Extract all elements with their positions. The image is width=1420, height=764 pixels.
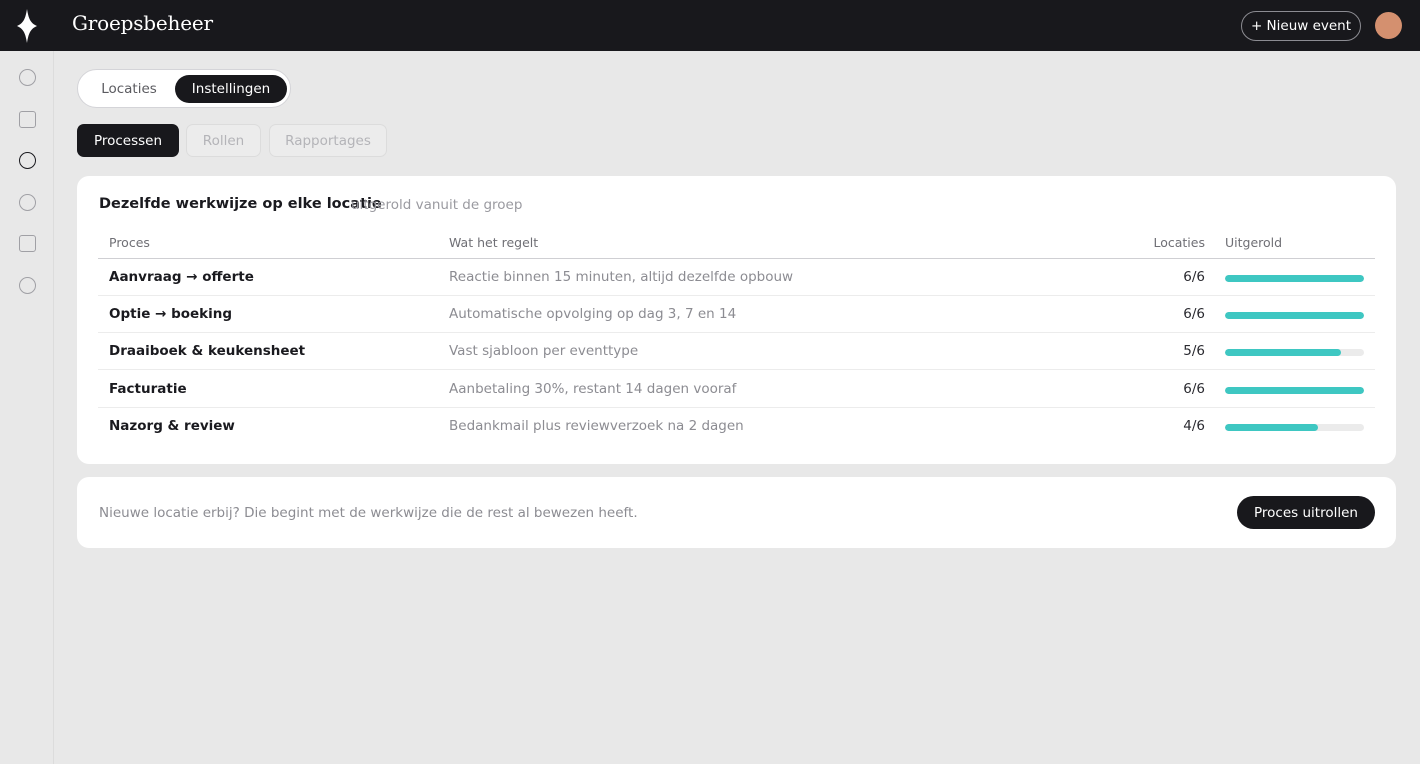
table-row[interactable]: Draaiboek & keukensheet Vast sjabloon pe…: [98, 333, 1375, 370]
location-count: 6/6: [1183, 306, 1205, 322]
diamond-logo-icon[interactable]: [0, 0, 54, 51]
rollout-process-button[interactable]: Proces uitrollen: [1237, 496, 1375, 529]
process-name: Draaiboek & keukensheet: [109, 343, 306, 359]
rollout-progress-fill: [1225, 424, 1318, 431]
subtab-processen[interactable]: Processen: [77, 124, 179, 157]
column-header-wat-het-regelt: Wat het regelt: [449, 235, 539, 250]
column-header-proces: Proces: [109, 235, 150, 250]
square-nav-icon[interactable]: [19, 111, 36, 128]
subtab-rollen[interactable]: Rollen: [186, 124, 261, 157]
rollout-hint-text: Nieuwe locatie erbij? Die begint met de …: [99, 505, 638, 521]
diamond-logo-shape: [17, 8, 37, 43]
process-name: Facturatie: [109, 381, 187, 397]
page-title: Groepsbeheer: [72, 11, 213, 35]
table-row[interactable]: Optie → boeking Automatische opvolging o…: [98, 296, 1375, 333]
card-subtitle: uitgerold vanuit de groep: [351, 197, 523, 213]
rollout-progress-fill: [1225, 349, 1341, 356]
card-title: Dezelfde werkwijze op elke locatie: [99, 196, 382, 212]
rollout-progress-fill: [1225, 387, 1364, 394]
main-tabs: Locaties Instellingen: [77, 69, 291, 108]
process-name: Optie → boeking: [109, 306, 233, 322]
rollout-card: Nieuwe locatie erbij? Die begint met de …: [77, 477, 1396, 548]
table-row[interactable]: Aanvraag → offerte Reactie binnen 15 min…: [98, 259, 1375, 296]
new-event-button[interactable]: + Nieuw event: [1241, 11, 1361, 41]
rollout-progress-bar: [1225, 349, 1364, 356]
tab-locaties[interactable]: Locaties: [84, 75, 174, 103]
process-card: Dezelfde werkwijze op elke locatie uitge…: [77, 176, 1396, 464]
location-count: 6/6: [1183, 381, 1205, 397]
circle-nav-icon[interactable]: [19, 277, 36, 294]
circle-nav-icon-active[interactable]: [19, 152, 36, 169]
top-bar: Groepsbeheer + Nieuw event: [54, 0, 1420, 51]
rollout-progress-bar: [1225, 275, 1364, 282]
process-description: Vast sjabloon per eventtype: [449, 343, 639, 359]
rollout-progress-bar: [1225, 387, 1364, 394]
circle-nav-icon[interactable]: [19, 69, 36, 86]
subtab-rapportages[interactable]: Rapportages: [269, 124, 387, 157]
rollout-progress-bar: [1225, 424, 1364, 431]
location-count: 4/6: [1183, 418, 1205, 434]
process-description: Reactie binnen 15 minuten, altijd dezelf…: [449, 269, 794, 285]
sidebar: [0, 0, 54, 764]
rollout-progress-fill: [1225, 312, 1364, 319]
process-description: Automatische opvolging op dag 3, 7 en 14: [449, 306, 737, 322]
location-count: 5/6: [1183, 343, 1205, 359]
table-row[interactable]: Facturatie Aanbetaling 30%, restant 14 d…: [98, 371, 1375, 408]
location-count: 6/6: [1183, 269, 1205, 285]
table-row[interactable]: Nazorg & review Bedankmail plus reviewve…: [98, 408, 1375, 445]
circle-nav-icon[interactable]: [19, 194, 36, 211]
process-description: Bedankmail plus reviewverzoek na 2 dagen: [449, 418, 744, 434]
column-header-uitgerold: Uitgerold: [1225, 235, 1283, 250]
process-name: Aanvraag → offerte: [109, 269, 254, 285]
rollout-progress-bar: [1225, 312, 1364, 319]
tab-instellingen[interactable]: Instellingen: [175, 75, 287, 103]
avatar[interactable]: [1375, 12, 1402, 39]
process-name: Nazorg & review: [109, 418, 235, 434]
rollout-progress-fill: [1225, 275, 1364, 282]
square-nav-icon[interactable]: [19, 235, 36, 252]
process-description: Aanbetaling 30%, restant 14 dagen vooraf: [449, 381, 737, 397]
column-header-locaties: Locaties: [1153, 235, 1205, 250]
